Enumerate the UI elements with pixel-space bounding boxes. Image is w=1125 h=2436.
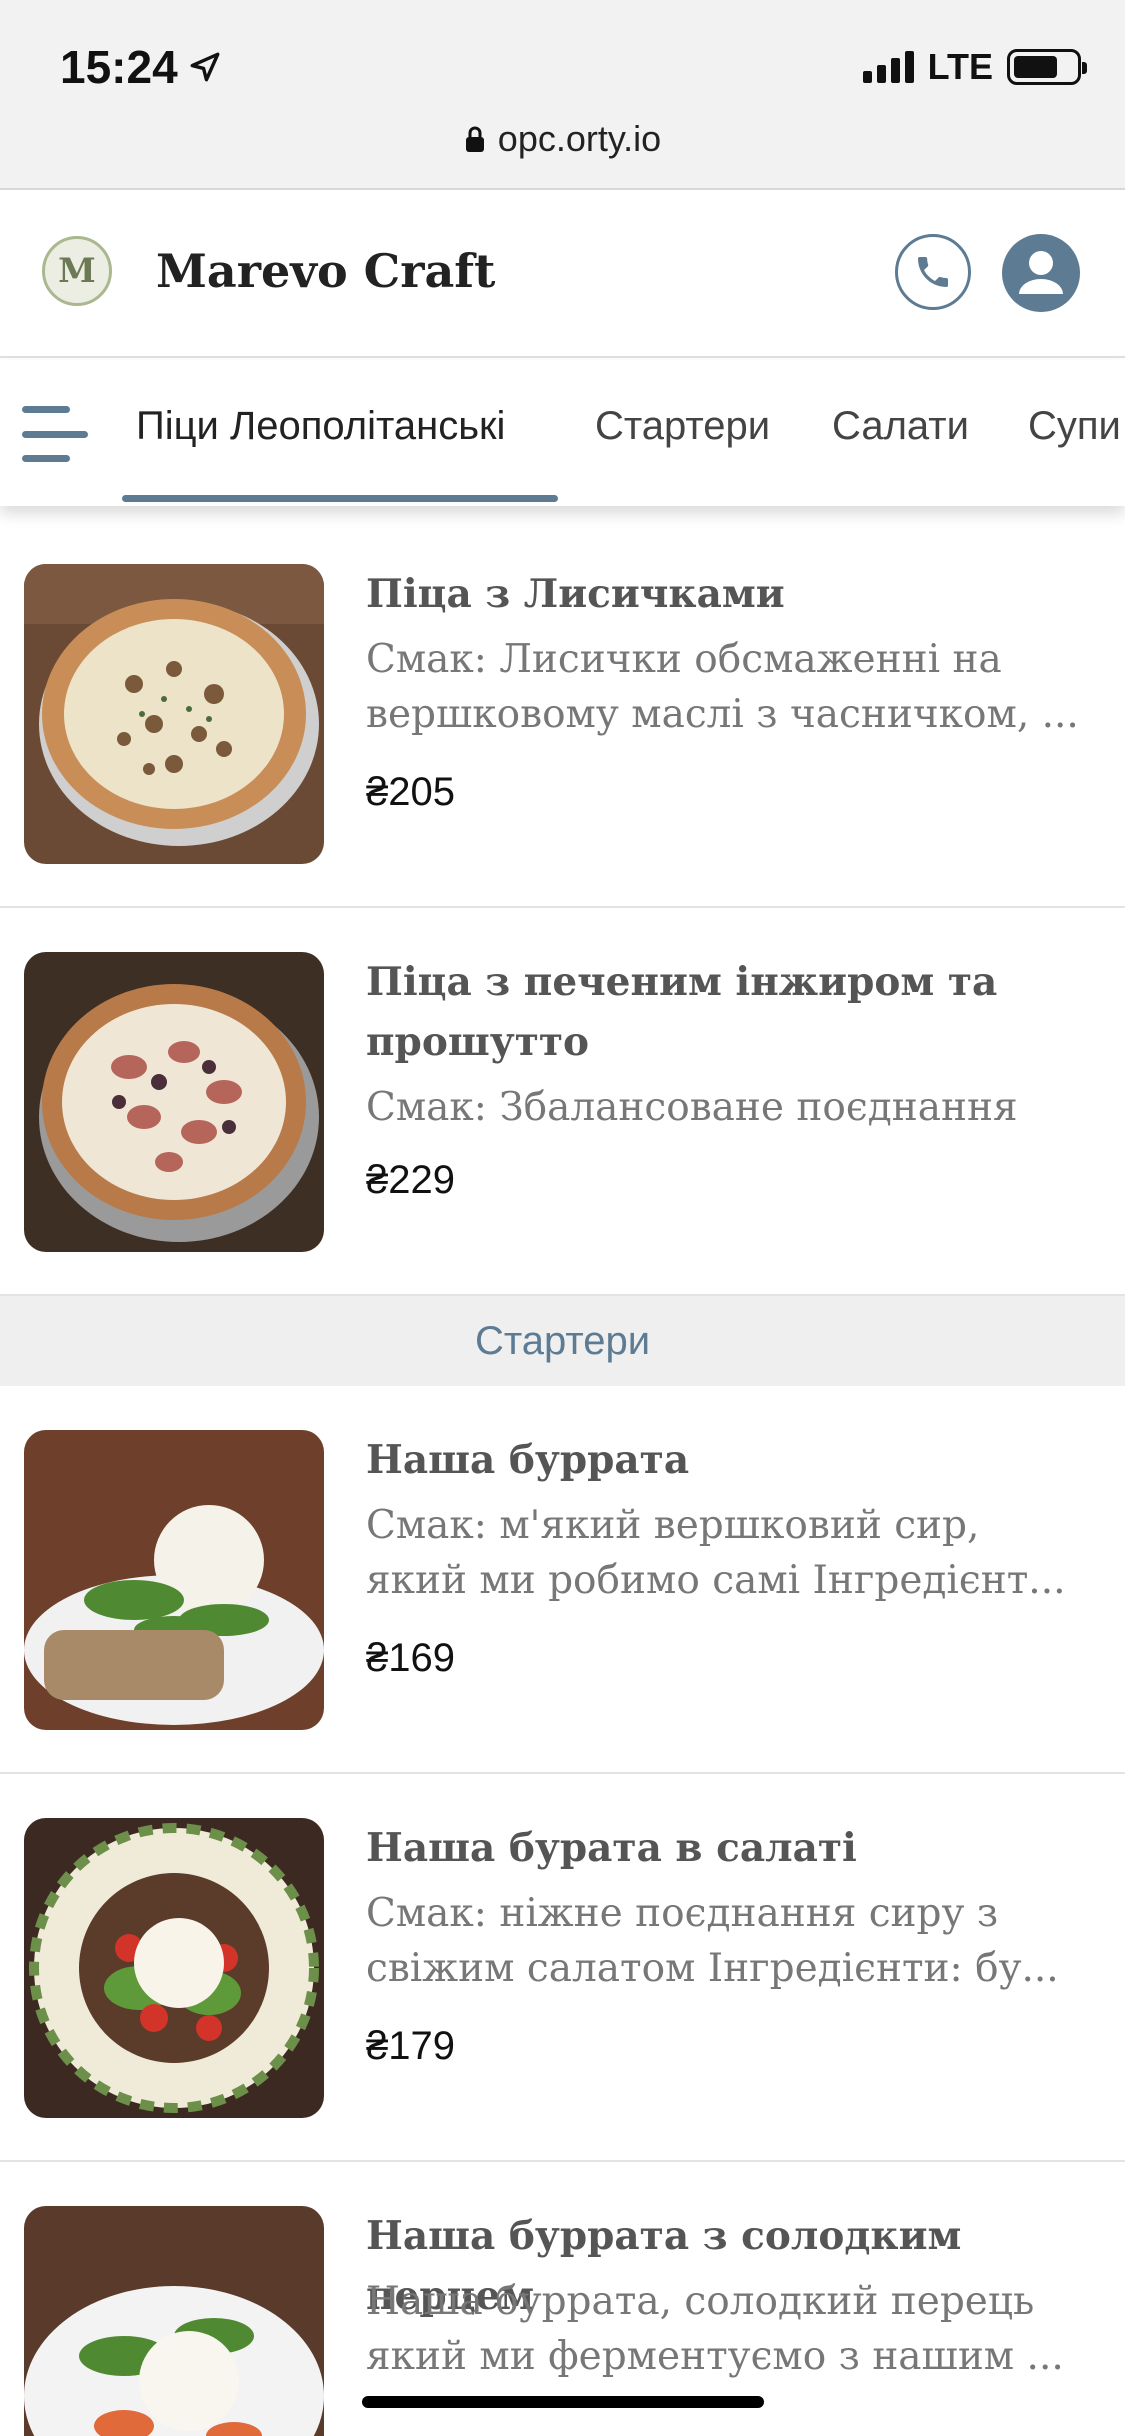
url-text: opc.orty.io	[497, 118, 662, 159]
time-text: 15:24	[60, 41, 178, 93]
call-button[interactable]	[895, 234, 971, 310]
user-icon	[1019, 251, 1063, 294]
dish-price: ₴205	[366, 770, 455, 814]
dish-description: Наша буррата, солодкий перець який ми фе…	[366, 2279, 1064, 2379]
menu-item[interactable]: Піца з печеним інжиром та прошутто Смак:…	[0, 908, 1125, 1296]
active-tab-indicator	[122, 495, 558, 502]
brand-logo[interactable]: M	[42, 236, 112, 306]
dish-description: Смак: м'який вершковий сир, який ми роби…	[366, 1503, 1066, 1603]
dish-price: ₴229	[366, 1158, 455, 1202]
dish-image	[24, 952, 324, 1252]
dish-description: Смак: Збалансоване поєднання	[366, 1085, 1018, 1130]
lock-icon	[465, 126, 484, 152]
section-header-starters: Стартери	[0, 1296, 1125, 1386]
dish-name: Наша бурата в салаті	[366, 1825, 857, 1871]
dish-image	[24, 564, 324, 864]
menu-item[interactable]: Піца з Лисичками Смак: Лисички обсмаженн…	[0, 520, 1125, 908]
tab-salads[interactable]: Салати	[832, 404, 969, 449]
dish-image	[24, 1430, 324, 1730]
url-bar[interactable]: opc.orty.io	[0, 118, 1125, 160]
dish-name: Піца з Лисичками	[366, 571, 785, 617]
phone-icon	[918, 257, 948, 287]
tab-pizza-leopolitan[interactable]: Піци Леополітанські	[136, 404, 505, 449]
dish-image	[24, 1818, 324, 2118]
logo-letter: M	[58, 251, 96, 291]
menu-item[interactable]: Наша бурата в салаті Смак: ніжне поєднан…	[0, 1774, 1125, 2162]
home-indicator[interactable]	[362, 2396, 764, 2408]
dish-name: Наша буррата	[366, 1437, 690, 1483]
dish-description: Смак: Лисички обсмаженні на вершковому м…	[366, 637, 1079, 737]
hamburger-menu-icon[interactable]	[22, 406, 88, 462]
menu-item[interactable]: Наша буррата з солодким перцем Наша бурр…	[0, 2162, 1125, 2436]
battery-icon	[1007, 49, 1087, 85]
tab-starters[interactable]: Стартери	[595, 404, 770, 449]
dish-name: Піца з печеним інжиром та прошутто	[366, 959, 998, 1065]
status-time: 15:24	[60, 40, 222, 94]
menu-item[interactable]: Наша буррата Смак: м'який вершковий сир,…	[0, 1386, 1125, 1774]
location-arrow-icon	[190, 52, 220, 82]
dish-price: ₴179	[366, 2024, 455, 2068]
signal-icon	[862, 51, 914, 83]
dish-description: Смак: ніжне поєднання сиру з свіжим сала…	[366, 1891, 1059, 1991]
tab-soups[interactable]: Супи	[1028, 404, 1121, 449]
status-bar: 15:24 LTE opc.orty.io	[0, 0, 1125, 190]
app-header: M Marevo Craft	[0, 192, 1125, 358]
dish-image	[24, 2206, 324, 2436]
system-indicators: LTE	[862, 46, 1087, 88]
brand-name: Marevo Craft	[156, 244, 496, 298]
dish-price: ₴169	[366, 1636, 455, 1680]
category-nav: Піци Леополітанські Стартери Салати Супи	[0, 360, 1125, 506]
network-label: LTE	[927, 46, 993, 87]
profile-button[interactable]	[1002, 234, 1080, 312]
